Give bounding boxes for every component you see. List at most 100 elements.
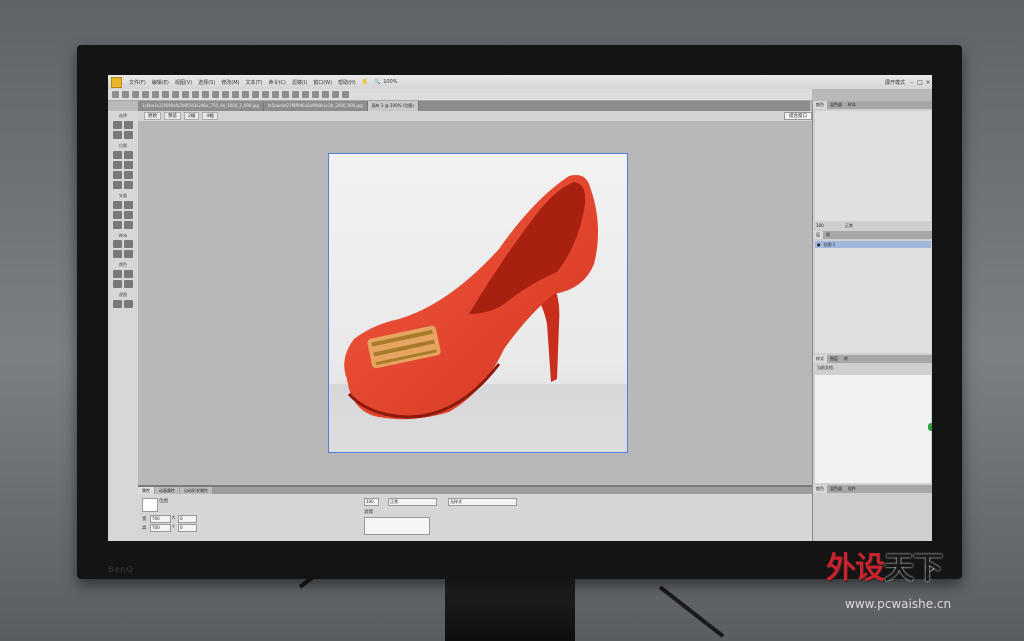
zoom-icon[interactable]: 🔍 [371,79,383,85]
y-field[interactable]: 0 [178,524,197,532]
eye-icon[interactable]: ● [817,242,821,247]
doc-tab[interactable]: fe5aacbd27f8f9d6a5a9fb8e1c2b_2400_900.jp… [264,101,368,111]
menu-select[interactable]: 选择(S) [195,79,218,86]
filters-list[interactable] [364,517,430,535]
style-select[interactable]: 无样式 [448,498,517,506]
fill-color-icon[interactable] [124,280,133,288]
close-icon[interactable]: × [924,79,932,86]
dock-tab-styles[interactable]: 样式 [813,355,827,363]
brush-tool-icon[interactable] [124,161,133,169]
dock-tab-colors[interactable]: 颜色 [813,101,827,109]
layer-blend[interactable]: 正常 [845,223,853,228]
props-tab-animation[interactable]: 动画属性 [155,487,179,494]
group-icon[interactable] [222,91,229,98]
workspace-mode[interactable]: 展开模式 [882,79,908,86]
dock-footer-colors[interactable]: 颜色 [813,485,827,493]
view-preview-button[interactable]: 预览 [164,112,181,120]
dock-tab-layers[interactable]: 层 [813,231,823,239]
marquee-tool-icon[interactable] [113,151,122,159]
bucket-tool-icon[interactable] [124,270,133,278]
line-tool-icon[interactable] [113,201,122,209]
menu-modify[interactable]: 修改(M) [218,79,242,86]
slice-tool-icon[interactable] [124,240,133,248]
canvas-area[interactable]: 700 x 700 100% [138,121,812,529]
hand-icon[interactable]: ✋ [359,79,371,85]
pencil-tool-icon[interactable] [113,171,122,179]
open-icon[interactable] [122,91,129,98]
dock-tab-frames[interactable]: 帧 [823,231,833,239]
pen-tool-icon[interactable] [124,201,133,209]
menu-view[interactable]: 视图(V) [172,79,195,86]
export-icon[interactable] [152,91,159,98]
view-4up-button[interactable]: 4幅 [202,112,218,120]
knife-tool-icon[interactable] [124,221,133,229]
dock-tab-swatches[interactable]: 样本 [845,101,859,109]
menu-edit[interactable]: 编辑(E) [149,79,172,86]
eraser-tool-icon[interactable] [124,171,133,179]
paste-icon[interactable] [212,91,219,98]
view-2up-button[interactable]: 2幅 [184,112,200,120]
import-icon[interactable] [142,91,149,98]
freeform-tool-icon[interactable] [113,221,122,229]
align-icon[interactable] [262,91,269,98]
doc-tab-active[interactable]: 画布 1 @ 100% (位图) [367,101,419,111]
dock-tab-layers2[interactable]: 图层 [827,355,841,363]
minimize-icon[interactable]: – [908,79,916,86]
save-icon[interactable] [132,91,139,98]
redo-icon[interactable] [182,91,189,98]
undo-icon[interactable] [172,91,179,98]
hotspot-tool-icon[interactable] [113,240,122,248]
back-icon[interactable] [322,91,329,98]
wand-tool-icon[interactable] [113,161,122,169]
menu-window[interactable]: 窗口(W) [310,79,335,86]
pointer-tool-icon[interactable] [113,121,122,129]
stroke-color-icon[interactable] [113,280,122,288]
dock-tab-library[interactable]: 库 [841,355,851,363]
doc-tab[interactable]: 1c6ba3c21f690afa7b0f2d3c2d6e_750_de_3000… [138,101,264,111]
props-tab-autoshape[interactable]: 自动形状属性 [180,487,212,494]
join-icon[interactable] [242,91,249,98]
styles-panel[interactable] [815,375,931,483]
blur-tool-icon[interactable] [113,181,122,189]
view-original-button[interactable]: 原始 [144,112,161,120]
subselect-tool-icon[interactable] [124,121,133,129]
flip-h-icon[interactable] [292,91,299,98]
menu-help[interactable]: 帮助(H) [335,79,359,86]
x-field[interactable]: 0 [178,515,197,523]
hide-slices-icon[interactable] [113,250,122,258]
crop-tool-icon[interactable] [124,131,133,139]
document-canvas[interactable] [328,153,628,453]
text-tool-icon[interactable] [124,211,133,219]
eyedropper-tool-icon[interactable] [113,270,122,278]
cut-icon[interactable] [192,91,199,98]
blend-mode-select[interactable]: 正常 [388,498,437,506]
width-field[interactable]: 700 [150,515,171,523]
props-tab-properties[interactable]: 属性 [138,487,154,494]
rotate-left-icon[interactable] [272,91,279,98]
print-icon[interactable] [162,91,169,98]
fit-select[interactable]: 适合窗口 [784,112,812,120]
split-icon[interactable] [252,91,259,98]
zoom-level[interactable]: 100% [383,79,397,85]
menu-filters[interactable]: 滤镜(I) [289,79,310,86]
copy-icon[interactable] [202,91,209,98]
maximize-icon[interactable]: □ [916,79,924,86]
stamp-tool-icon[interactable] [124,181,133,189]
ungroup-icon[interactable] [232,91,239,98]
opacity-field[interactable]: 100 [364,498,379,506]
distribute-icon[interactable] [332,91,339,98]
flip-v-icon[interactable] [302,91,309,98]
hand-tool-icon[interactable] [113,300,122,308]
scale-tool-icon[interactable] [113,131,122,139]
lasso-tool-icon[interactable] [124,151,133,159]
layer-row[interactable]: ● 位图 1 [815,241,931,248]
layer-opacity[interactable]: 100 [816,223,824,228]
show-slices-icon[interactable] [124,250,133,258]
color-mixer-panel[interactable] [815,111,931,221]
dock-tab-mixer[interactable]: 混色器 [827,101,845,109]
front-icon[interactable] [312,91,319,98]
menu-text[interactable]: 文本(T) [242,79,265,86]
rect-tool-icon[interactable] [113,211,122,219]
dock-footer-mixer[interactable]: 混色器 [827,485,845,493]
scale-icon[interactable] [342,91,349,98]
